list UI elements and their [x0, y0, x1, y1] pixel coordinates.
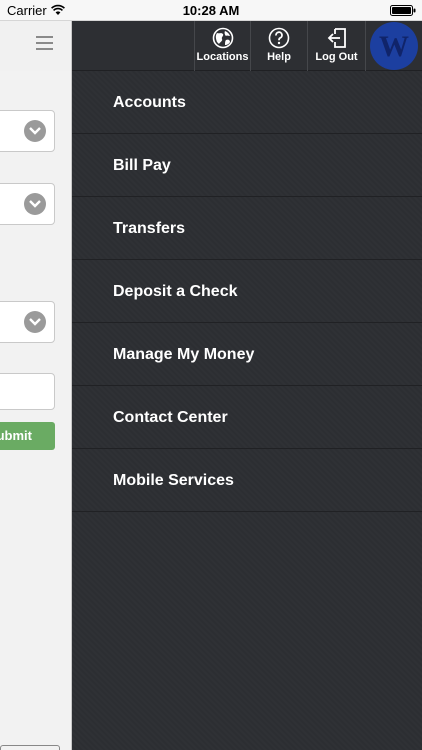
behind-page: Submit	[0, 21, 72, 750]
battery-icon	[390, 5, 416, 16]
logo-letter: W	[379, 30, 409, 63]
submit-button[interactable]: Submit	[0, 422, 55, 450]
top-nav-bar: Locations Help Log Out W	[72, 21, 422, 71]
hamburger-icon[interactable]	[36, 36, 53, 50]
logout-icon	[327, 28, 346, 48]
logout-label: Log Out	[315, 51, 358, 63]
amount-input[interactable]	[0, 373, 55, 410]
menu-item-transfers[interactable]: Transfers	[72, 197, 422, 260]
chevron-down-icon	[24, 120, 46, 142]
menu-item-mobile-services[interactable]: Mobile Services	[72, 449, 422, 512]
menu-item-bill-pay[interactable]: Bill Pay	[72, 134, 422, 197]
menu-item-accounts[interactable]: Accounts	[72, 71, 422, 134]
frequency-dropdown[interactable]	[0, 301, 55, 343]
logo-icon[interactable]: W	[365, 21, 422, 71]
menu-item-manage-money[interactable]: Manage My Money	[72, 323, 422, 386]
help-label: Help	[267, 51, 291, 63]
menu-item-contact-center[interactable]: Contact Center	[72, 386, 422, 449]
chevron-down-icon	[24, 193, 46, 215]
behind-page-field	[0, 745, 60, 750]
app-screen: Carrier 10:28 AM bmit Locations Help Log…	[0, 0, 422, 750]
locations-button[interactable]: Locations	[194, 21, 250, 71]
menu-item-deposit-check[interactable]: Deposit a Check	[72, 260, 422, 323]
logout-button[interactable]: Log Out	[307, 21, 365, 71]
globe-icon	[212, 27, 233, 49]
locations-label: Locations	[196, 51, 249, 63]
account-dropdown[interactable]	[0, 110, 55, 152]
status-bar: Carrier 10:28 AM	[0, 0, 422, 21]
side-menu: Accounts Bill Pay Transfers Deposit a Ch…	[72, 71, 422, 750]
chevron-down-icon	[24, 311, 46, 333]
help-button[interactable]: Help	[250, 21, 307, 71]
behind-page-header	[0, 21, 71, 71]
status-time: 10:28 AM	[182, 3, 240, 18]
help-icon	[268, 27, 290, 49]
payee-dropdown[interactable]	[0, 183, 55, 225]
